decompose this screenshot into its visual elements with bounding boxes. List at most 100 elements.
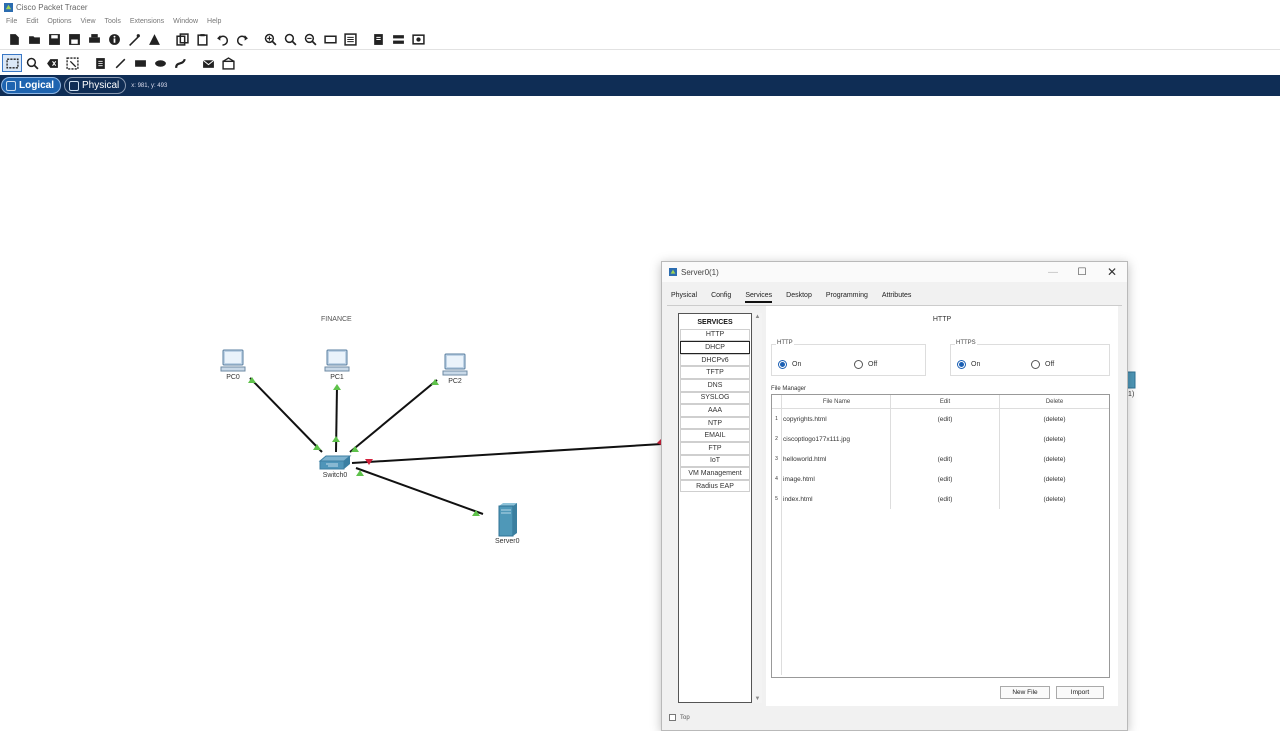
- menu-window[interactable]: Window: [173, 18, 198, 25]
- place-note-icon[interactable]: [90, 54, 110, 72]
- pc1-device[interactable]: PC1: [324, 349, 350, 381]
- row-index: 3: [772, 449, 782, 469]
- redo-icon[interactable]: [232, 31, 252, 49]
- services-scrollbar[interactable]: ▲ ▼: [753, 313, 762, 703]
- maximize-icon[interactable]: ☐: [1067, 262, 1097, 282]
- print-icon[interactable]: [84, 31, 104, 49]
- delete-link[interactable]: (delete): [1000, 489, 1109, 509]
- ipc-icon[interactable]: [408, 31, 428, 49]
- edit-link[interactable]: [891, 429, 1000, 449]
- service-email[interactable]: EMAIL: [680, 429, 750, 442]
- service-syslog[interactable]: SYSLOG: [680, 391, 750, 405]
- import-button[interactable]: Import: [1056, 686, 1104, 699]
- wizard-icon[interactable]: [124, 31, 144, 49]
- scroll-down-icon[interactable]: ▼: [753, 696, 762, 702]
- table-row: 2 ciscoptlogo177x111.jpg (delete): [772, 429, 1109, 449]
- finance-note[interactable]: FINANCE: [321, 316, 352, 323]
- menu-options[interactable]: Options: [47, 18, 71, 25]
- open-folder-icon[interactable]: [24, 31, 44, 49]
- link-pc2-switch0[interactable]: [349, 379, 438, 453]
- menu-tools[interactable]: Tools: [105, 18, 121, 25]
- menu-extensions[interactable]: Extensions: [130, 18, 164, 25]
- tab-config[interactable]: Config: [711, 292, 731, 303]
- delete-icon[interactable]: [42, 54, 62, 72]
- zoom-in-icon[interactable]: [260, 31, 280, 49]
- link-switch0-server0[interactable]: [355, 467, 484, 515]
- http-off-radio[interactable]: Off: [854, 360, 877, 369]
- service-tftp[interactable]: TFTP: [680, 366, 750, 379]
- draw-ellipse-icon[interactable]: [150, 54, 170, 72]
- http-on-radio[interactable]: On: [778, 360, 801, 369]
- menu-help[interactable]: Help: [207, 18, 221, 25]
- user-profile-icon[interactable]: [144, 31, 164, 49]
- pc2-device[interactable]: PC2: [442, 353, 468, 385]
- paste-icon[interactable]: [192, 31, 212, 49]
- server0-device[interactable]: Server0: [495, 503, 520, 545]
- edit-link[interactable]: (edit): [891, 409, 1000, 429]
- app-title: Cisco Packet Tracer: [16, 3, 88, 12]
- link-pc0-switch0[interactable]: [249, 377, 323, 453]
- tab-physical[interactable]: Physical: [671, 292, 697, 303]
- menu-edit[interactable]: Edit: [26, 18, 38, 25]
- tab-programming[interactable]: Programming: [826, 292, 868, 303]
- save-as-icon[interactable]: [64, 31, 84, 49]
- logical-mode-button[interactable]: Logical: [1, 77, 62, 94]
- draw-line-icon[interactable]: [110, 54, 130, 72]
- simple-pdu-icon[interactable]: [198, 54, 218, 72]
- service-iot[interactable]: IoT: [680, 454, 750, 468]
- pc-icon: [324, 349, 350, 372]
- https-group: HTTPS On Off: [950, 340, 1110, 376]
- menu-view[interactable]: View: [80, 18, 95, 25]
- undo-icon[interactable]: [212, 31, 232, 49]
- delete-link[interactable]: (delete): [1000, 429, 1109, 449]
- zoom-reset-icon[interactable]: [280, 31, 300, 49]
- copy-icon[interactable]: [172, 31, 192, 49]
- switch-icon: [318, 455, 352, 470]
- delete-link[interactable]: (delete): [1000, 469, 1109, 489]
- pc0-device[interactable]: PC0: [220, 349, 246, 381]
- dialog-titlebar[interactable]: Server0(1) — ☐ ✕: [662, 262, 1127, 282]
- delete-link[interactable]: (delete): [1000, 449, 1109, 469]
- resize-shape-icon[interactable]: [62, 54, 82, 72]
- inspect-icon[interactable]: [22, 54, 42, 72]
- minimize-icon[interactable]: —: [1038, 262, 1068, 282]
- edit-link[interactable]: (edit): [891, 489, 1000, 509]
- new-file-button[interactable]: New File: [1000, 686, 1050, 699]
- service-dns[interactable]: DNS: [680, 378, 750, 392]
- notes-icon[interactable]: [368, 31, 388, 49]
- freeform-icon[interactable]: [170, 54, 190, 72]
- menu-file[interactable]: File: [6, 18, 17, 25]
- service-ftp[interactable]: FTP: [680, 441, 750, 455]
- service-radius-eap[interactable]: Radius EAP: [680, 479, 750, 493]
- edit-link[interactable]: (edit): [891, 449, 1000, 469]
- service-vm-management[interactable]: VM Management: [680, 467, 750, 480]
- service-aaa[interactable]: AAA: [680, 404, 750, 417]
- edit-link[interactable]: (edit): [891, 469, 1000, 489]
- new-file-icon[interactable]: [4, 31, 24, 49]
- link-switch0-remote[interactable]: [351, 443, 663, 464]
- https-on-radio[interactable]: On: [957, 360, 980, 369]
- close-icon[interactable]: ✕: [1097, 262, 1127, 282]
- scroll-up-icon[interactable]: ▲: [753, 314, 762, 320]
- info-icon[interactable]: [104, 31, 124, 49]
- zoom-out-icon[interactable]: [300, 31, 320, 49]
- drawing-palette-icon[interactable]: [320, 31, 340, 49]
- delete-link[interactable]: (delete): [1000, 409, 1109, 429]
- draw-rectangle-icon[interactable]: [130, 54, 150, 72]
- link-pc1-switch0[interactable]: [335, 385, 338, 453]
- service-http[interactable]: HTTP: [680, 328, 750, 342]
- service-dhcpv6[interactable]: DHCPv6: [680, 353, 750, 367]
- service-dhcp[interactable]: DHCP: [680, 341, 750, 354]
- switch0-device[interactable]: Switch0: [318, 455, 352, 479]
- network-icon[interactable]: [388, 31, 408, 49]
- custom-devices-icon[interactable]: [340, 31, 360, 49]
- complex-pdu-icon[interactable]: [218, 54, 238, 72]
- service-ntp[interactable]: NTP: [680, 416, 750, 430]
- tab-desktop[interactable]: Desktop: [786, 292, 812, 303]
- physical-mode-button[interactable]: Physical: [64, 77, 127, 94]
- https-off-radio[interactable]: Off: [1031, 360, 1054, 369]
- select-tool-icon[interactable]: [2, 54, 22, 72]
- tab-attributes[interactable]: Attributes: [882, 292, 912, 303]
- save-icon[interactable]: [44, 31, 64, 49]
- tab-services[interactable]: Services: [745, 292, 773, 303]
